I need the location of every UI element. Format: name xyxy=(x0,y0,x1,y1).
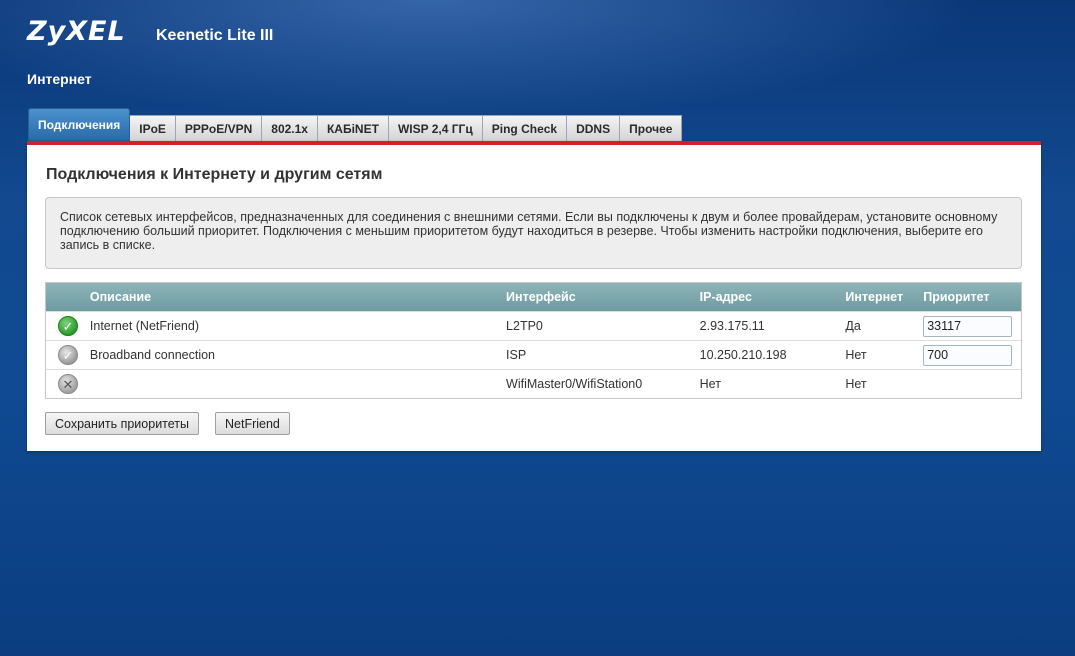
cross-icon: ✕ xyxy=(57,374,78,394)
section-title: Интернет xyxy=(27,71,92,87)
row-internet: Нет xyxy=(845,377,867,391)
header-internet: Интернет xyxy=(845,290,904,304)
row-description: Broadband connection xyxy=(89,348,216,362)
tab-connections[interactable]: Подключения xyxy=(28,108,131,141)
tab-kabinet[interactable]: КАБiNET xyxy=(317,115,389,141)
tab-8021x[interactable]: 802.1x xyxy=(262,115,318,141)
header-interface: Интерфейс xyxy=(506,290,576,304)
netfriend-button[interactable]: NetFriend xyxy=(215,412,290,435)
tab-pppoe-vpn[interactable]: PPPoE/VPN xyxy=(175,115,263,141)
row-internet: Да xyxy=(845,319,861,333)
header-priority: Приоритет xyxy=(923,290,990,304)
table-row[interactable]: ✕ WifiMaster0/WifiStation0 Нет Нет xyxy=(46,369,1021,398)
row-internet: Нет xyxy=(845,348,867,362)
connections-panel: Подключения к Интернету и другим сетям С… xyxy=(27,141,1041,451)
tab-bar: Подключения IPoE PPPoE/VPN 802.1x КАБiNE… xyxy=(28,108,683,141)
header-description: Описание xyxy=(89,290,152,304)
row-interface: L2TP0 xyxy=(506,319,543,333)
table-row[interactable]: ✓ Broadband connection ISP 10.250.210.19… xyxy=(46,340,1021,369)
tab-wisp[interactable]: WISP 2,4 ГГц xyxy=(388,115,483,141)
tab-ping-check[interactable]: Ping Check xyxy=(482,115,568,141)
row-ip: 2.93.175.11 xyxy=(699,319,765,333)
panel-title: Подключения к Интернету и другим сетям xyxy=(46,166,383,183)
row-ip: Нет xyxy=(699,377,721,391)
priority-input[interactable] xyxy=(923,315,1013,337)
tab-ipoe[interactable]: IPoE xyxy=(130,115,176,141)
tab-other[interactable]: Прочее xyxy=(620,115,683,141)
header-ip: IP-адрес xyxy=(699,290,752,304)
table-row[interactable]: ✓ Internet (NetFriend) L2TP0 2.93.175.11… xyxy=(46,311,1021,340)
table-header: Описание Интерфейс IP-адрес Интернет При… xyxy=(46,283,1021,311)
save-priorities-button[interactable]: Сохранить приоритеты xyxy=(45,412,200,435)
device-model: Keenetic Lite III xyxy=(156,27,274,44)
row-description: Internet (NetFriend) xyxy=(89,319,199,333)
tab-ddns[interactable]: DDNS xyxy=(567,115,621,141)
check-gray-icon: ✓ xyxy=(57,345,78,365)
description-box: Список сетевых интерфейсов, предназначен… xyxy=(45,197,1022,269)
row-ip: 10.250.210.198 xyxy=(699,348,787,362)
row-interface: WifiMaster0/WifiStation0 xyxy=(506,377,643,391)
priority-input[interactable] xyxy=(923,344,1013,366)
zyxel-logo: ZyXEL xyxy=(27,16,126,47)
connections-table: Описание Интерфейс IP-адрес Интернет При… xyxy=(45,282,1022,399)
row-interface: ISP xyxy=(506,348,527,362)
check-icon: ✓ xyxy=(57,316,78,336)
